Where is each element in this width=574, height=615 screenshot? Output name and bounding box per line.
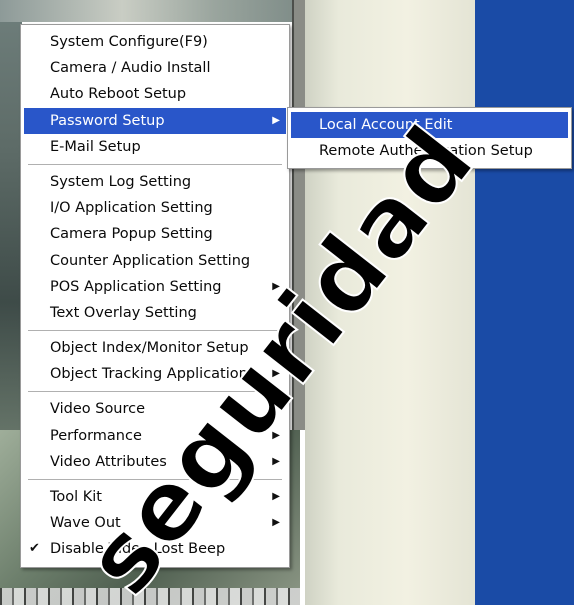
menu-item-label: E-Mail Setup: [50, 138, 141, 155]
menu-item-label: Tool Kit: [50, 489, 102, 505]
menu-item-label: System Configure(F9): [50, 34, 208, 50]
menu-item-label: I/O Application Setting: [50, 200, 213, 217]
menu-item-camera-audio-install[interactable]: Camera / Audio Install: [24, 55, 286, 81]
menu-separator: [28, 391, 282, 393]
menu-item-label: Video Source: [50, 401, 146, 418]
context-menu: System Configure(F9) Camera / Audio Insta…: [20, 24, 290, 568]
menu-item-system-configure-f9[interactable]: System Configure(F9): [24, 29, 286, 55]
menu-item-e-mail-setup[interactable]: E-Mail Setup: [24, 134, 286, 160]
menu-item-disable-video-lost-beep[interactable]: ✔ Disable Video Lost Beep: [24, 536, 286, 562]
menu-item-video-attributes[interactable]: Video Attributes ▶: [24, 449, 286, 475]
menu-separator: [28, 479, 282, 480]
submenu-item-local-account-edit[interactable]: Local Account Edit: [291, 112, 568, 139]
menu-item-label: Text Overlay Setting: [50, 304, 197, 321]
background-toolbar-strip: [0, 588, 300, 605]
menu-item-label: Local Account Edit: [319, 117, 453, 133]
menu-item-label: Disable Video Lost Beep: [50, 541, 226, 558]
menu-item-counter-application-setting[interactable]: Counter Application Setting: [24, 248, 286, 274]
menu-item-label: System Log Setting: [50, 173, 192, 190]
submenu-item-remote-authentication-setup[interactable]: Remote Authentication Setup: [291, 138, 568, 164]
menu-item-system-log-setting[interactable]: System Log Setting: [24, 169, 286, 195]
password-setup-submenu: Local Account Edit Remote Authentication …: [287, 107, 572, 170]
menu-item-label: Video Attributes: [50, 453, 167, 470]
menu-item-label: Camera / Audio Install: [50, 60, 211, 77]
submenu-arrow-icon: ▶: [272, 455, 280, 467]
submenu-arrow-icon: ▶: [272, 491, 280, 502]
menu-separator: [28, 330, 282, 332]
menu-item-label: Wave Out: [50, 515, 121, 532]
menu-item-pos-application-setting[interactable]: POS Application Setting ▶: [24, 274, 286, 300]
background-video-top: [0, 0, 306, 22]
menu-item-performance[interactable]: Performance ▶: [24, 423, 286, 449]
menu-item-i-o-application-setting[interactable]: I/O Application Setting: [24, 195, 286, 221]
menu-item-label: Password Setup: [50, 112, 165, 129]
menu-item-video-source[interactable]: Video Source: [24, 396, 286, 422]
checkmark-icon: ✔: [29, 541, 40, 557]
submenu-arrow-icon: ▶: [272, 280, 280, 292]
background-window-panel: [305, 0, 475, 605]
menu-item-auto-reboot-setup[interactable]: Auto Reboot Setup: [24, 81, 286, 107]
desktop-background: [475, 0, 574, 605]
menu-item-wave-out[interactable]: Wave Out ▶: [24, 510, 286, 536]
submenu-arrow-icon: ▶: [272, 429, 280, 441]
menu-item-label: Object Tracking Application: [50, 366, 248, 383]
submenu-arrow-icon: ▶: [272, 517, 280, 529]
submenu-arrow-icon: ▶: [272, 368, 280, 380]
menu-item-label: POS Application Setting: [50, 278, 222, 295]
menu-item-label: Auto Reboot Setup: [50, 86, 187, 103]
menu-item-label: Remote Authentication Setup: [319, 143, 533, 160]
menu-item-label: Camera Popup Setting: [50, 226, 213, 243]
menu-separator: [28, 163, 282, 165]
submenu-arrow-icon: ▶: [272, 114, 280, 126]
menu-item-label: Counter Application Setting: [50, 252, 251, 269]
menu-item-label: Performance: [50, 427, 142, 444]
menu-item-label: Object Index/Monitor Setup: [50, 340, 249, 357]
menu-item-tool-kit[interactable]: Tool Kit ▶: [24, 484, 286, 510]
menu-item-object-tracking-application[interactable]: Object Tracking Application ▶: [24, 361, 286, 387]
menu-item-object-index-monitor-setup[interactable]: Object Index/Monitor Setup: [24, 335, 286, 361]
menu-item-camera-popup-setting[interactable]: Camera Popup Setting: [24, 221, 286, 247]
menu-item-password-setup[interactable]: Password Setup ▶: [24, 107, 286, 134]
menu-item-text-overlay-setting[interactable]: Text Overlay Setting: [24, 300, 286, 326]
